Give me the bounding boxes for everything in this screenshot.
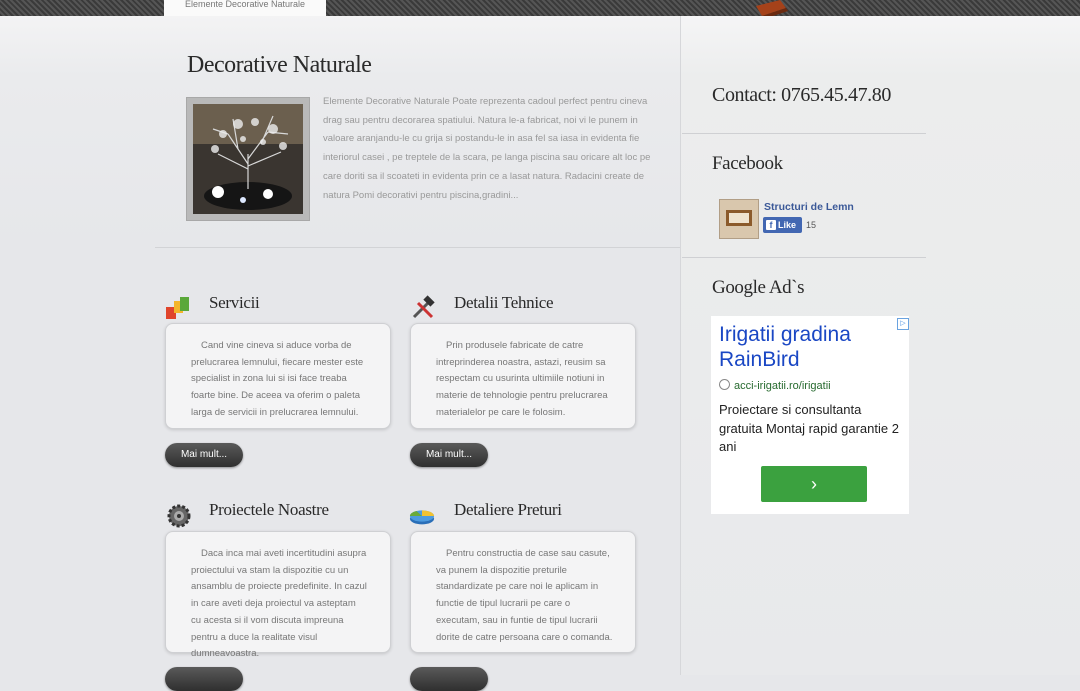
box-card-servicii: Cand vine cineva si aduce vorba de prelu… <box>165 323 391 429</box>
nav-tab-elemente-decorative[interactable]: Elemente Decorative Naturale <box>164 0 326 16</box>
globe-icon <box>719 379 730 390</box>
pie-chart-icon <box>409 510 435 525</box>
sidebar-divider <box>682 257 926 258</box>
facebook-like-label: Like <box>778 220 797 230</box>
facebook-like-button[interactable]: f Like <box>763 217 802 233</box>
page-title: Decorative Naturale <box>187 52 372 78</box>
featured-description: Elemente Decorative Naturale Poate repre… <box>323 96 651 201</box>
facebook-page-link[interactable]: Structuri de Lemn <box>764 201 854 213</box>
ad-title[interactable]: Irigatii gradina RainBird <box>719 322 899 372</box>
ad-open-button[interactable]: › <box>761 466 867 502</box>
box-title-servicii: Servicii <box>209 293 260 312</box>
divider <box>155 247 680 248</box>
facebook-page-logo <box>720 200 758 238</box>
box-title-proiectele-noastre: Proiectele Noastre <box>209 500 329 519</box>
ad-url-text: acci-irigatii.ro/irigatii <box>734 380 831 392</box>
tools-icon <box>412 295 435 319</box>
box-card-proiectele-noastre: Daca inca mai aveti incertitudini asupra… <box>165 531 391 659</box>
top-navigation-bar <box>0 0 1080 16</box>
blocks-icon <box>166 297 189 319</box>
facebook-f-icon: f <box>766 220 776 230</box>
box-title-detaliere-preturi: Detaliere Preturi <box>454 500 562 519</box>
facebook-like-count: 15 <box>806 220 817 230</box>
gear-icon <box>167 504 191 528</box>
detalii-tehnice-more-button[interactable]: Mai mult... <box>410 443 488 467</box>
sidebar-divider <box>682 133 926 134</box>
box-title-detalii-tehnice: Detalii Tehnice <box>454 293 554 312</box>
proiectele-more-button[interactable] <box>165 667 243 691</box>
google-ad-box[interactable]: ▷ Irigatii gradina RainBird acci-irigati… <box>711 316 909 514</box>
featured-image[interactable] <box>186 97 310 221</box>
facebook-title: Facebook <box>712 153 783 174</box>
servicii-more-button[interactable]: Mai mult... <box>165 443 243 467</box>
preturi-more-button[interactable] <box>410 667 488 691</box>
tree-lamp-photo <box>193 104 303 214</box>
ad-url[interactable]: acci-irigatii.ro/irigatii <box>719 379 831 392</box>
box-card-detalii-tehnice: Prin produsele fabricate de catre intrep… <box>410 323 636 429</box>
ad-description: Proiectare si consultanta gratuita Monta… <box>719 402 899 454</box>
contact-phone: Contact: 0765.45.47.80 <box>712 84 891 106</box>
facebook-page-thumbnail[interactable] <box>719 199 759 239</box>
google-ads-title: Google Ad`s <box>712 277 805 298</box>
box-card-detaliere-preturi: Pentru constructia de case sau casute, v… <box>410 531 636 653</box>
